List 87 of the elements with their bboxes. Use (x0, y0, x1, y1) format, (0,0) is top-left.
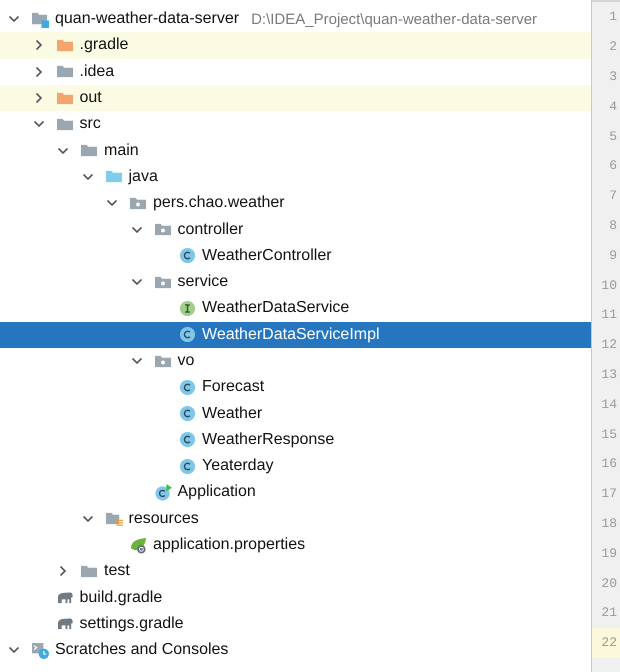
item-label: controller (178, 220, 244, 239)
tree-item[interactable]: vo (0, 348, 591, 374)
tree-item[interactable]: service (0, 268, 591, 296)
line-number: 13 (600, 366, 618, 384)
tree-item[interactable]: Forecast (0, 374, 591, 400)
line-number: 6 (608, 157, 618, 176)
tree-item[interactable]: src (0, 111, 591, 138)
chevron-right-icon[interactable] (57, 565, 69, 578)
line-number: 3 (608, 68, 618, 86)
tree-item[interactable]: .idea (0, 58, 591, 85)
line-number: 9 (608, 246, 618, 265)
line-number: 15 (600, 426, 618, 444)
line-number: 1 (608, 8, 618, 26)
tree-item[interactable]: WeatherResponse (0, 426, 591, 454)
line-number: 2 (608, 38, 618, 56)
item-label: main (104, 142, 139, 160)
line-number: 11 (600, 306, 618, 324)
tree-item[interactable]: .gradle (0, 32, 591, 59)
tree-item[interactable]: build.gradle (0, 584, 591, 611)
tree-item[interactable]: quan-weather-data-server D:\IDEA_Project\quan-weather-data-server (0, 6, 591, 32)
line-number: 22 (592, 628, 620, 658)
item-label: Weather (202, 404, 262, 423)
item-label: WeatherResponse (202, 430, 334, 449)
item-label: quan-weather-data-server (55, 10, 240, 28)
tree-item[interactable]: controller (0, 216, 591, 243)
line-number: 7 (608, 187, 618, 206)
class-icon (179, 326, 196, 344)
interface-icon (179, 300, 196, 317)
tree-item[interactable]: settings.gradle (0, 610, 591, 638)
leaf-config-icon (130, 536, 147, 554)
item-label: out (80, 89, 102, 108)
tree-item[interactable]: resources (0, 506, 591, 532)
item-label: service (178, 273, 228, 292)
tree-item[interactable]: main (0, 137, 591, 164)
tree-item[interactable]: java (0, 164, 591, 190)
item-label: resources (128, 510, 199, 528)
line-number: 8 (608, 216, 618, 235)
class-icon (179, 378, 196, 396)
tree-item[interactable]: Scratches and Consoles (0, 637, 591, 664)
tree-item[interactable]: Application (0, 479, 591, 506)
item-label: settings.gradle (80, 614, 184, 633)
tree-item[interactable]: out (0, 84, 591, 112)
tree-item[interactable]: WeatherDataService (0, 295, 591, 322)
tree-item[interactable]: WeatherDataServiceImpl (0, 322, 591, 348)
project-path: D:\IDEA_Project\quan-weather-data-server (251, 10, 538, 28)
line-number: 20 (600, 574, 618, 593)
run-class-icon (154, 484, 172, 501)
item-label: vo (178, 352, 194, 370)
tree-item[interactable]: WeatherController (0, 242, 591, 269)
class-icon (179, 431, 196, 448)
item-label: java (128, 168, 158, 186)
line-number: 12 (600, 336, 618, 354)
tree-item[interactable]: application.properties (0, 532, 591, 558)
item-label: WeatherDataService (202, 299, 350, 318)
line-number: 21 (600, 604, 618, 622)
line-number: 19 (600, 544, 618, 563)
item-label: .idea (80, 62, 114, 81)
item-label: pers.chao.weather (153, 194, 285, 212)
class-icon (179, 247, 196, 264)
scratches-icon (32, 642, 49, 659)
item-label: .gradle (80, 36, 128, 54)
item-label: WeatherDataServiceImpl (202, 326, 380, 344)
item-label: application.properties (153, 536, 306, 554)
line-number: 16 (600, 455, 618, 474)
module-folder-icon (32, 10, 49, 28)
line-number: 18 (600, 514, 618, 533)
line-number: 5 (608, 128, 618, 146)
item-label: test (104, 562, 130, 580)
item-label: Application (178, 483, 256, 502)
tree-item[interactable]: Yeaterday (0, 453, 591, 480)
line-number: 17 (600, 485, 618, 504)
item-label: Yeaterday (202, 457, 274, 476)
item-label: Forecast (202, 378, 264, 396)
resources-folder-icon (106, 510, 122, 528)
chevron-down-icon[interactable] (130, 355, 142, 367)
tree-item[interactable]: test (0, 558, 591, 585)
line-number: 10 (600, 276, 618, 295)
class-icon (179, 405, 196, 422)
item-label: build.gradle (80, 588, 162, 607)
class-icon (179, 458, 196, 475)
item-label: src (80, 115, 101, 134)
line-number: 14 (600, 396, 618, 414)
line-number: 4 (608, 98, 618, 116)
tree-item[interactable]: Weather (0, 400, 591, 427)
tree-item[interactable]: pers.chao.weather (0, 190, 591, 216)
item-label: Scratches and Consoles (55, 641, 228, 660)
item-label: WeatherController (202, 246, 332, 265)
